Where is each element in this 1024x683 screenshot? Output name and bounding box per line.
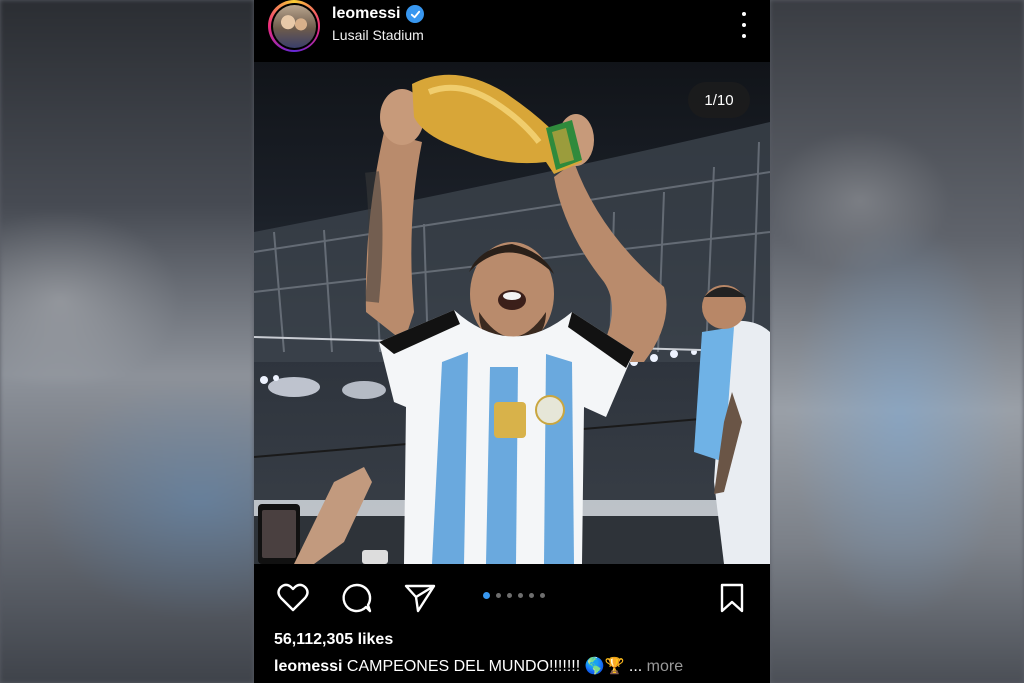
carousel-dot	[496, 593, 501, 598]
blurred-backdrop-left	[0, 0, 254, 683]
bookmark-icon[interactable]	[714, 580, 750, 616]
post-photo[interactable]: 1/10	[254, 62, 770, 564]
blurred-backdrop-right	[770, 0, 1024, 683]
action-bar	[254, 572, 770, 622]
caption-username[interactable]: leomessi	[274, 658, 342, 675]
more-options-icon[interactable]	[740, 12, 748, 38]
username[interactable]: leomessi	[332, 5, 400, 23]
user-block: leomessi Lusail Stadium	[332, 5, 425, 43]
carousel-dot	[518, 593, 523, 598]
caption-more-link[interactable]: more	[642, 658, 683, 675]
story-ring[interactable]	[268, 0, 320, 52]
avatar[interactable]	[272, 4, 316, 48]
caption: leomessi CAMPEONES DEL MUNDO!!!!!!! 🌎🏆 .…	[274, 656, 683, 676]
caption-text: CAMPEONES DEL MUNDO!!!!!!! 🌎🏆 ...	[342, 658, 643, 675]
verified-badge-icon	[406, 5, 425, 23]
instagram-post: leomessi Lusail Stadium 1/10 56,112,305 …	[254, 0, 770, 683]
carousel-dot	[540, 593, 545, 598]
carousel-dots	[483, 592, 545, 599]
carousel-dot	[507, 593, 512, 598]
carousel-dot-active	[483, 592, 490, 599]
location-link[interactable]: Lusail Stadium	[332, 27, 424, 43]
heart-icon[interactable]	[275, 580, 311, 616]
comment-icon[interactable]	[339, 580, 375, 616]
paper-plane-icon[interactable]	[402, 580, 438, 616]
carousel-dot	[529, 593, 534, 598]
photo-illustration	[254, 74, 770, 564]
likes-count[interactable]: 56,112,305 likes	[274, 631, 393, 649]
post-header: leomessi Lusail Stadium	[254, 0, 770, 60]
carousel-counter: 1/10	[688, 82, 750, 118]
